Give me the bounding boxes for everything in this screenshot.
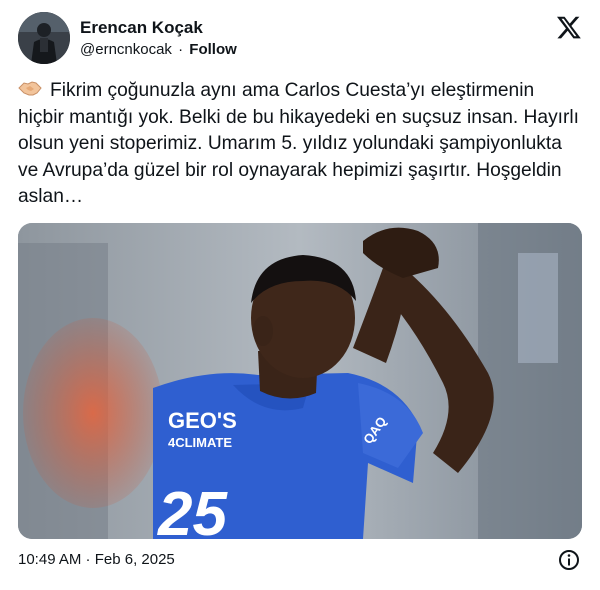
handle-row: @erncnkocak · Follow — [80, 41, 237, 58]
tweet-header: Erencan Koçak @erncnkocak · Follow — [18, 12, 582, 66]
tweet-text: Fikrim çoğunuzla aynı ama Carlos Cuesta’… — [18, 80, 579, 207]
tweet-photo[interactable]: GEO'S 4CLIMATE QAQ 25 — [18, 223, 582, 539]
follow-button[interactable]: Follow — [189, 41, 237, 58]
jersey-sponsor-text: GEO'S — [168, 408, 237, 433]
handshake-emoji-icon — [18, 79, 42, 99]
author-name[interactable]: Erencan Koçak — [80, 18, 203, 38]
separator-dot: · — [178, 41, 184, 58]
tweet-footer: 10:49 AM · Feb 6, 2025 — [18, 549, 582, 571]
author-handle[interactable]: @erncnkocak — [80, 41, 172, 58]
tweet-body: Fikrim çoğunuzla aynı ama Carlos Cuesta’… — [18, 78, 584, 211]
jersey-sub-text: 4CLIMATE — [168, 435, 232, 450]
timestamp-link[interactable]: 10:49 AM · Feb 6, 2025 — [18, 551, 175, 568]
jersey-number: 25 — [157, 480, 228, 539]
info-icon[interactable] — [558, 549, 580, 571]
x-logo-icon[interactable] — [556, 14, 582, 40]
avatar[interactable] — [18, 12, 70, 64]
